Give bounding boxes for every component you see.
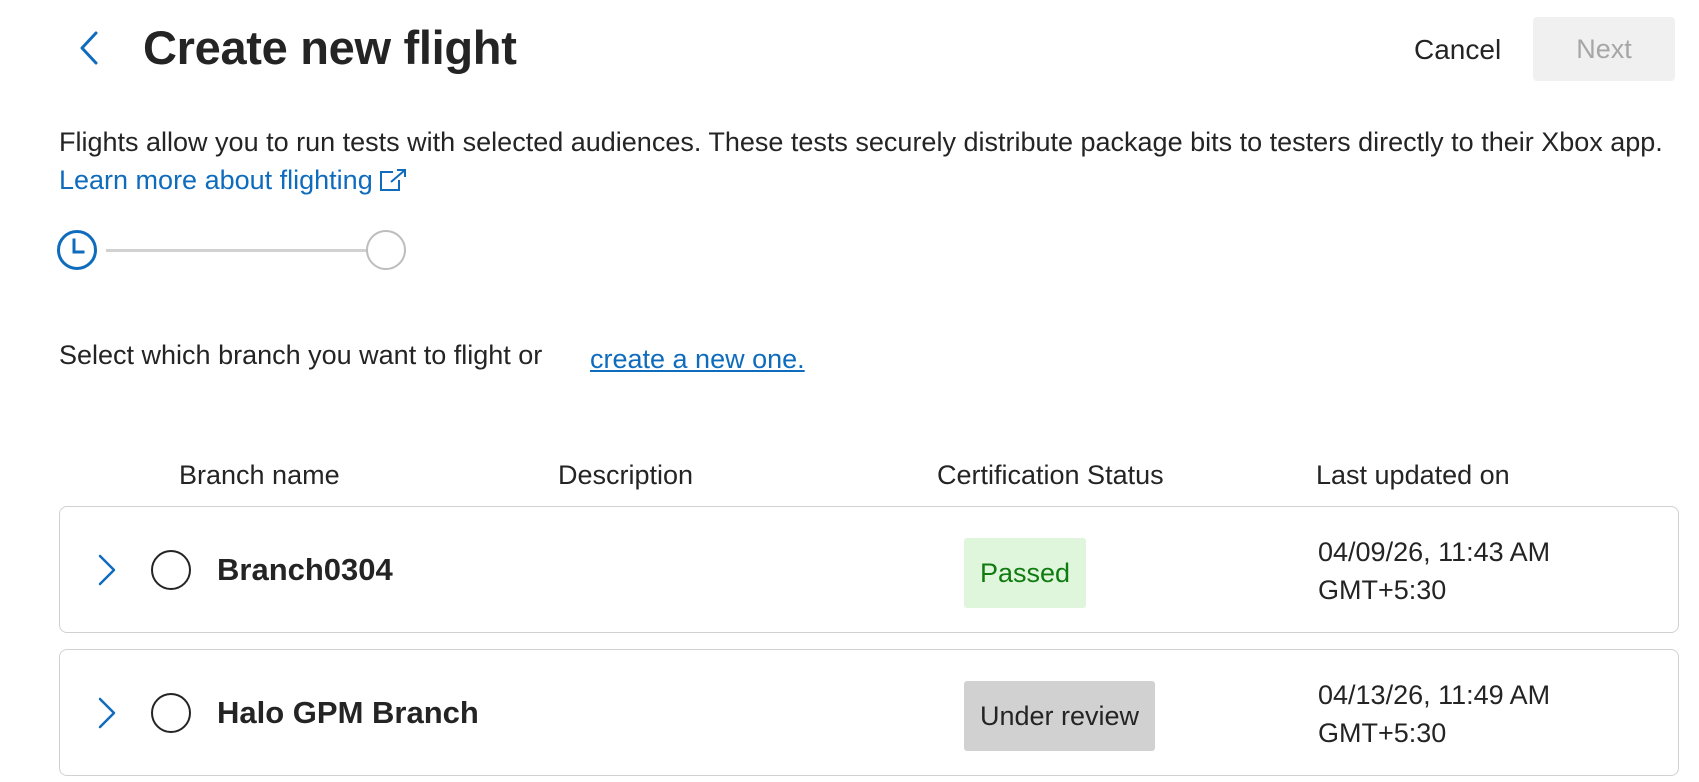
expand-row-button[interactable] (96, 553, 118, 587)
branch-radio[interactable] (151, 550, 191, 590)
intro-text: Flights allow you to run tests with sele… (59, 127, 1663, 157)
column-header-certification-status: Certification Status (937, 460, 1164, 490)
step-1-current (57, 230, 97, 270)
external-link-icon (379, 169, 406, 191)
branch-name: Branch0304 (217, 552, 393, 587)
column-header-description: Description (558, 460, 694, 490)
chevron-right-icon (98, 697, 116, 729)
create-branch-link[interactable]: create a new one. (590, 344, 805, 375)
cancel-button[interactable]: Cancel (1400, 22, 1515, 78)
branch-radio[interactable] (151, 693, 191, 733)
last-updated-datetime: 04/13/26, 11:49 AM (1318, 680, 1551, 710)
learn-more-label: Learn more about flighting (59, 165, 373, 195)
last-updated-datetime: 04/09/26, 11:43 AM (1318, 537, 1551, 567)
learn-more-link[interactable]: Learn more about flighting (59, 165, 407, 195)
page-header: Create new flight Cancel Next (0, 0, 1699, 100)
step-2-upcoming (366, 230, 406, 270)
step-connector (106, 249, 366, 252)
back-button[interactable] (74, 28, 104, 68)
progress-stepper (57, 228, 417, 272)
clock-icon (72, 238, 85, 254)
expand-row-button[interactable] (96, 696, 118, 730)
status-badge: Passed (964, 538, 1087, 608)
last-updated: 04/09/26, 11:43 AM GMT+5:30 (1318, 533, 1550, 609)
column-header-branch-name: Branch name (179, 460, 340, 490)
table-row[interactable]: Halo GPM Branch Under review 04/13/26, 1… (59, 649, 1679, 776)
branch-name: Halo GPM Branch (217, 695, 479, 730)
branch-select-text: Select which branch you want to flight o… (59, 340, 543, 370)
next-button[interactable]: Next (1533, 17, 1675, 81)
chevron-left-icon (80, 31, 98, 65)
branch-select-prompt: Select which branch you want to flight o… (59, 340, 805, 374)
last-updated: 04/13/26, 11:49 AM GMT+5:30 (1318, 676, 1550, 752)
last-updated-timezone: GMT+5:30 (1318, 575, 1447, 605)
table-row[interactable]: Branch0304 Passed 04/09/26, 11:43 AM GMT… (59, 506, 1679, 633)
chevron-right-icon (98, 554, 116, 586)
status-badge: Under review (964, 681, 1156, 751)
page-title: Create new flight (143, 21, 517, 74)
intro-description: Flights allow you to run tests with sele… (59, 123, 1679, 199)
column-header-last-updated: Last updated on (1316, 460, 1510, 490)
last-updated-timezone: GMT+5:30 (1318, 718, 1447, 748)
